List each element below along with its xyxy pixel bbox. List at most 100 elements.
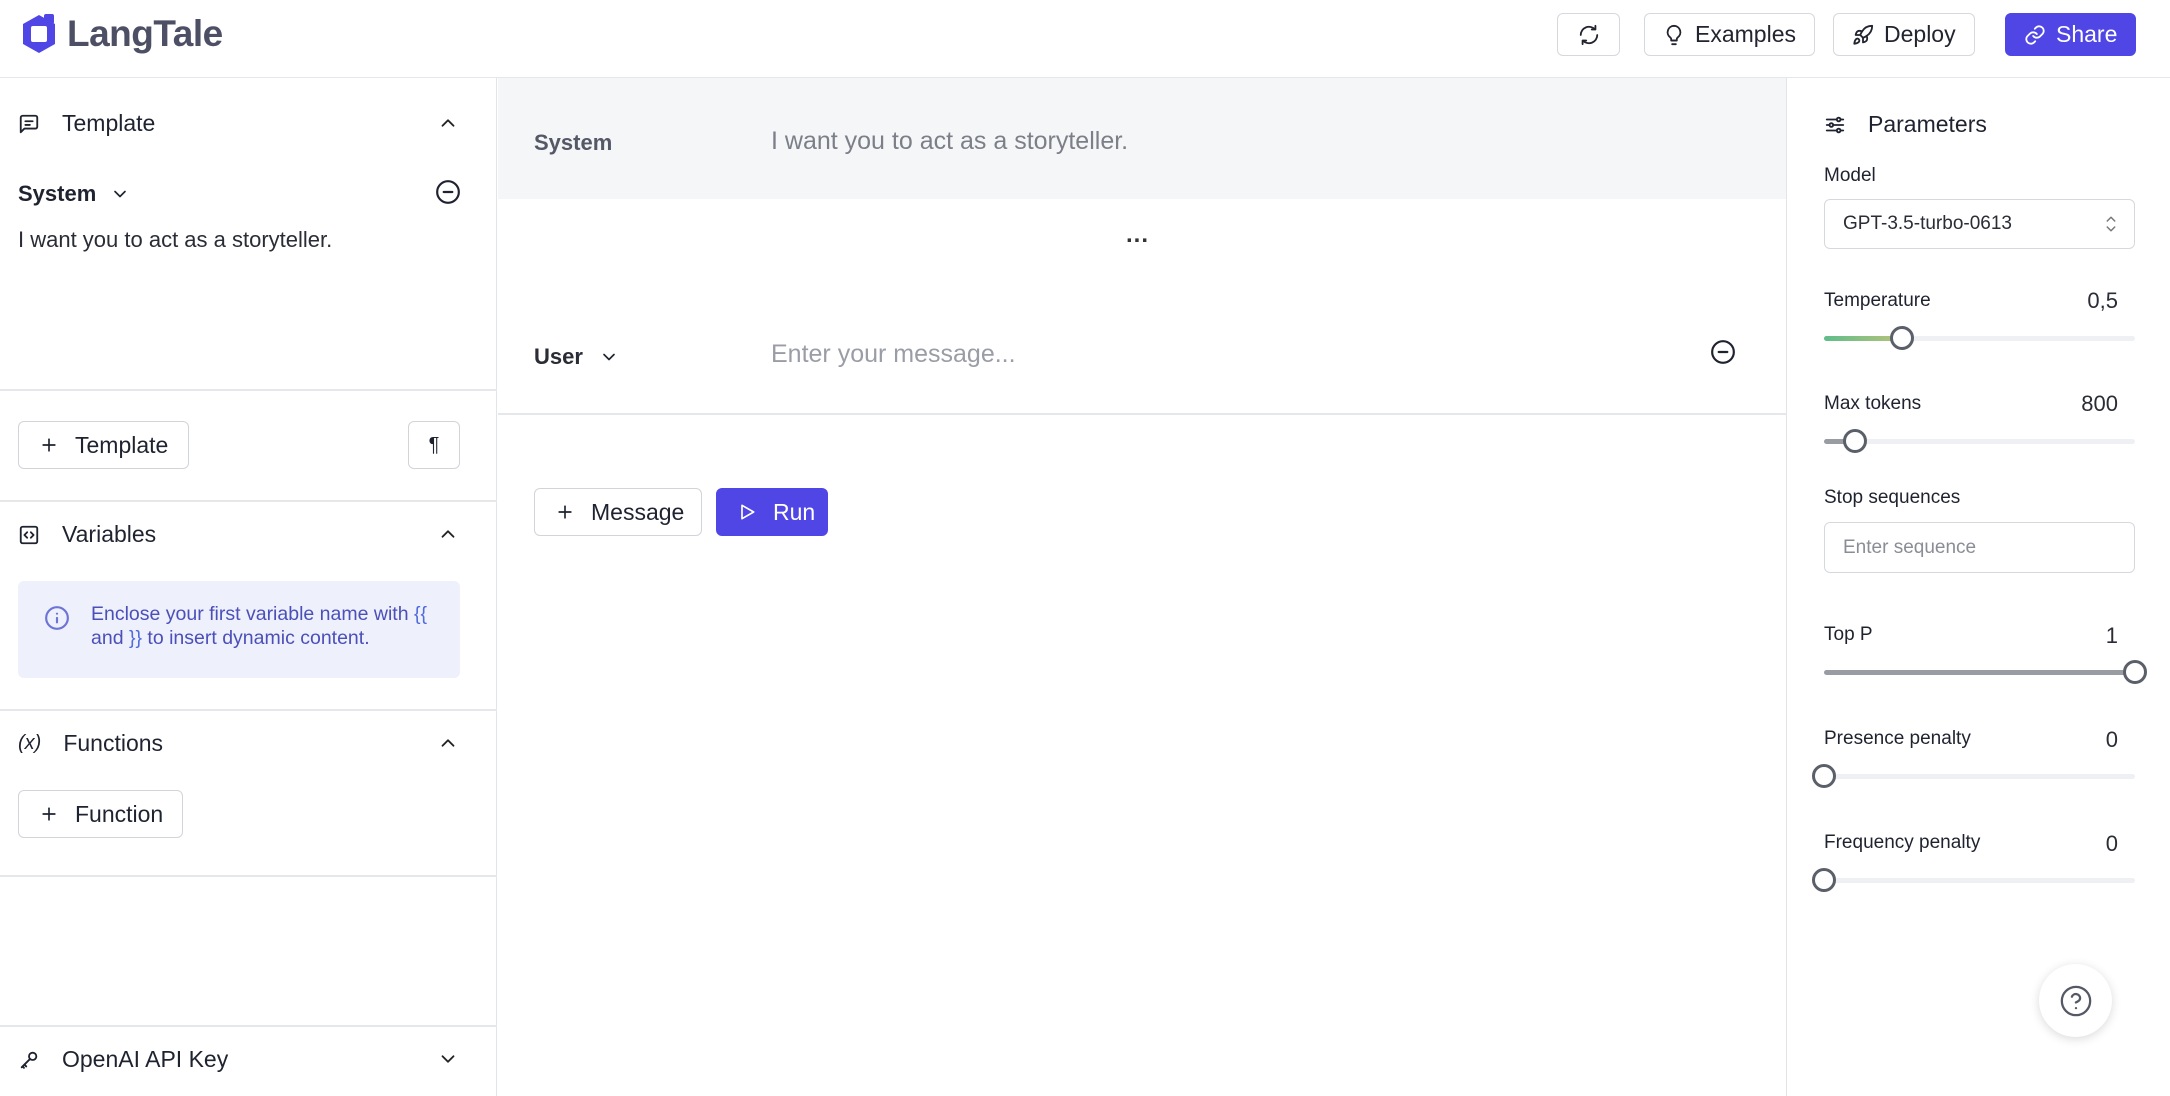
temperature-slider[interactable] [1824,326,2135,350]
parameters-header: Parameters [1824,111,1987,138]
note-and: and [91,627,124,649]
top-p-value: 1 [2105,623,2118,648]
divider [0,500,497,502]
max-tokens-slider-thumb[interactable] [1843,429,1868,453]
chevron-up-down-icon [2102,214,2120,234]
lightbulb-icon [1663,24,1685,46]
left-sidebar: Template System I want you to act as a s… [0,78,497,1096]
langtale-logo-icon [17,12,61,56]
run-button[interactable]: Run [716,488,828,536]
model-label: Model [1824,165,1876,186]
api-key-title: OpenAI API Key [62,1046,229,1072]
add-function-button[interactable]: Function [18,790,183,838]
rocket-icon [1852,24,1874,46]
note-prefix: Enclose your first variable name with [91,603,409,625]
help-circle-icon [2059,984,2093,1018]
frequency-penalty-value: 0 [2105,831,2118,856]
template-role-label: System [18,181,97,206]
plus-icon [39,435,59,455]
max-tokens-label: Max tokens [1824,393,1922,414]
add-function-label: Function [75,800,164,827]
message-square-icon [18,113,40,135]
temperature-value: 0,5 [2087,288,2118,313]
chevron-down-icon[interactable] [437,1048,459,1070]
template-system-text[interactable]: I want you to act as a storyteller. [18,227,332,253]
user-role-select[interactable]: User [534,344,619,370]
open-brace-text: {{ [413,603,428,625]
max-tokens-value: 800 [2081,391,2118,416]
divider [0,875,497,877]
max-tokens-slider[interactable] [1824,429,2135,453]
top-p-slider[interactable] [1824,660,2147,684]
user-role-label: User [534,344,583,369]
deploy-label: Deploy [1884,21,1956,47]
functions-section-header[interactable]: (x) Functions [18,730,163,757]
sliders-icon [1824,114,1846,136]
examples-label: Examples [1695,21,1796,47]
model-select[interactable]: GPT-3.5-turbo-0613 [1824,199,2135,249]
app-name: LangTale [67,13,223,54]
api-key-section-header[interactable]: OpenAI API Key [18,1046,228,1073]
app-logo[interactable]: LangTale [17,12,223,56]
add-message-button[interactable]: Message [534,488,702,536]
add-template-label: Template [75,431,169,458]
template-section-header[interactable]: Template [18,110,155,137]
frequency-penalty-slider[interactable] [1812,868,2135,892]
run-label: Run [773,498,816,525]
share-label: Share [2056,21,2118,47]
code-braces-icon [18,524,40,546]
top-p-slider-thumb[interactable] [2123,660,2147,684]
play-icon [737,502,757,522]
format-toggle-button[interactable]: ¶ [408,421,460,469]
remove-message-icon[interactable] [435,179,461,205]
deploy-button[interactable]: Deploy [1833,13,1975,56]
divider [498,413,1786,415]
chevron-up-icon[interactable] [437,112,459,134]
expand-messages-ellipsis[interactable]: ... [1126,221,1149,249]
model-value: GPT-3.5-turbo-0613 [1843,213,2012,234]
stop-sequences-input[interactable] [1824,522,2135,573]
message-editor: System I want you to act as a storytelle… [498,78,1786,1096]
function-variable-icon: (x) [18,732,42,754]
refresh-icon [1578,24,1600,46]
top-p-slider-fill [1824,670,2135,675]
close-brace-text: }} [128,627,142,649]
divider [0,389,497,391]
template-role-select[interactable]: System [18,181,130,207]
frequency-penalty-label: Frequency penalty [1824,832,1981,853]
pilcrow-icon: ¶ [428,433,440,456]
parameters-panel: Parameters Model GPT-3.5-turbo-0613 Temp… [1786,78,2170,1096]
remove-message-icon[interactable] [1710,339,1736,365]
variables-section-header[interactable]: Variables [18,521,156,548]
share-button[interactable]: Share [2005,13,2137,56]
top-p-label: Top P [1824,624,1873,645]
stop-sequences-label: Stop sequences [1824,487,1961,508]
chevron-up-icon[interactable] [437,732,459,754]
plus-icon [39,804,59,824]
chevron-up-icon[interactable] [437,523,459,545]
examples-button[interactable]: Examples [1644,13,1815,56]
presence-penalty-value: 0 [2105,727,2118,752]
link-icon [2024,24,2046,46]
presence-penalty-slider[interactable] [1812,764,2135,788]
note-suffix: to insert dynamic content. [147,627,370,649]
temperature-label: Temperature [1824,290,1931,311]
reset-button[interactable] [1557,13,1620,56]
system-message-text[interactable]: I want you to act as a storyteller. [771,127,1128,156]
functions-section-title: Functions [63,730,164,756]
plus-icon [555,502,575,522]
system-message-row: System I want you to act as a storytelle… [498,78,1786,199]
top-header: LangTale Examples Deploy Share [0,0,2170,78]
add-message-label: Message [591,498,685,525]
presence-penalty-slider-thumb[interactable] [1812,764,1836,788]
temperature-slider-thumb[interactable] [1889,326,1914,350]
divider [0,709,497,711]
divider [0,1025,497,1027]
variables-info-note: Enclose your first variable name with {{… [18,581,460,678]
add-template-button[interactable]: Template [18,421,189,469]
key-icon [18,1049,40,1071]
frequency-penalty-slider-thumb[interactable] [1812,868,1836,892]
user-message-input[interactable]: Enter your message... [771,340,1016,369]
chevron-down-icon [110,184,130,204]
help-button[interactable] [2039,964,2112,1037]
